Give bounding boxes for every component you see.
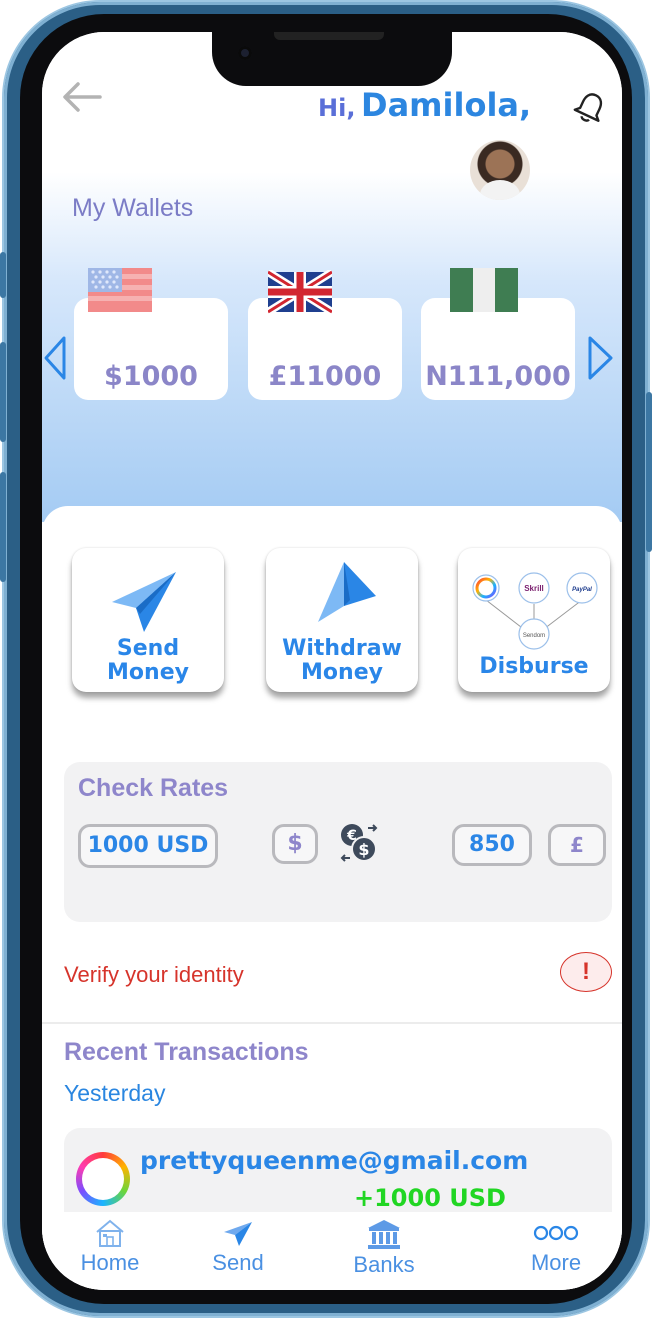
skrill-logo: Skrill (524, 584, 544, 593)
ng-flag-icon (450, 268, 518, 312)
disburse-button[interactable]: Skrill PayPal Sendom Disburse (458, 548, 610, 692)
recent-transactions-title: Recent Transactions (64, 1038, 309, 1066)
user-avatar[interactable] (470, 140, 530, 200)
more-icon (533, 1225, 579, 1241)
bank-icon (368, 1220, 400, 1249)
wallet-amount: £11000 (268, 361, 382, 392)
avatar-shirt (480, 180, 520, 200)
withdraw-money-label-2: Money (301, 660, 383, 685)
mute-switch (0, 252, 6, 298)
power-button (646, 392, 652, 552)
to-amount-output[interactable]: 850 (452, 824, 532, 866)
send-money-label-2: Money (107, 660, 189, 685)
wallet-amount: $1000 (104, 361, 198, 392)
paypal-logo: PayPal (572, 587, 592, 593)
nav-label-send: Send (212, 1250, 264, 1275)
disburse-network-icon: Skrill PayPal Sendom (472, 572, 598, 650)
nav-label-home: Home (80, 1250, 140, 1275)
greeting: Hi, Damilola, (318, 86, 531, 124)
from-amount-input[interactable]: 1000 USD (78, 824, 218, 868)
send-icon (224, 1222, 252, 1246)
greeting-user-name: Damilola, (361, 86, 532, 124)
transaction-group-label: Yesterday (64, 1080, 166, 1106)
volume-up-button (0, 342, 6, 442)
app-screen: Hi, Damilola, My Wallets $1000 £11000 N1… (42, 32, 622, 1290)
wallet-card-usd[interactable]: $1000 (74, 298, 228, 400)
disburse-label: Disburse (479, 654, 589, 679)
nav-item-banks[interactable]: Banks (348, 1218, 420, 1278)
wallet-card-ngn[interactable]: N111,000 (421, 298, 575, 400)
check-rates-panel: Check Rates 1000 USD $ € $ 850 £ (64, 762, 612, 922)
speaker-grille (274, 32, 384, 40)
front-camera-icon (238, 46, 252, 60)
paper-plane-icon (112, 572, 176, 632)
transaction-avatar-ring-icon (76, 1152, 130, 1206)
uk-flag-icon (268, 270, 332, 314)
from-currency-select[interactable]: $ (272, 824, 318, 864)
verify-identity-link[interactable]: Verify your identity (64, 962, 244, 988)
bottom-navigation: Home Send Banks More (42, 1212, 622, 1290)
us-flag-icon (88, 268, 152, 312)
volume-down-button (0, 472, 6, 582)
nav-item-more[interactable]: More (524, 1218, 588, 1276)
sendom-logo: Sendom (523, 633, 545, 639)
check-rates-title: Check Rates (78, 774, 229, 802)
transaction-email: prettyqueenme@gmail.com (140, 1146, 529, 1175)
wallets-title: My Wallets (72, 194, 194, 222)
to-currency-select[interactable]: £ (548, 824, 606, 866)
home-icon (96, 1219, 124, 1247)
alert-icon[interactable]: ! (560, 952, 612, 992)
withdraw-money-label-1: Withdraw (282, 636, 402, 661)
nav-label-more: More (530, 1250, 582, 1275)
phone-frame: Hi, Damilola, My Wallets $1000 £11000 N1… (0, 2, 652, 1316)
section-divider (42, 1022, 622, 1024)
camera-notch (212, 32, 452, 86)
withdraw-plane-icon (318, 562, 376, 622)
wallet-prev-arrow-icon[interactable] (42, 334, 68, 382)
send-money-button[interactable]: Send Money (72, 548, 224, 692)
wallet-next-arrow-icon[interactable] (585, 334, 615, 382)
transaction-amount: +1000 USD (354, 1184, 506, 1212)
nav-item-home[interactable]: Home (76, 1218, 144, 1276)
currency-exchange-icon[interactable]: € $ (338, 822, 380, 864)
wallet-amount: N111,000 (425, 361, 571, 392)
nav-label-banks: Banks (353, 1252, 415, 1277)
withdraw-money-button[interactable]: Withdraw Money (266, 548, 418, 692)
greeting-hi: Hi, (318, 94, 356, 122)
svg-text:$: $ (358, 840, 369, 859)
notification-bell-icon[interactable] (572, 90, 608, 126)
send-money-label-1: Send (116, 636, 180, 661)
back-arrow-icon[interactable] (60, 80, 104, 114)
nav-item-send[interactable]: Send (204, 1218, 272, 1276)
